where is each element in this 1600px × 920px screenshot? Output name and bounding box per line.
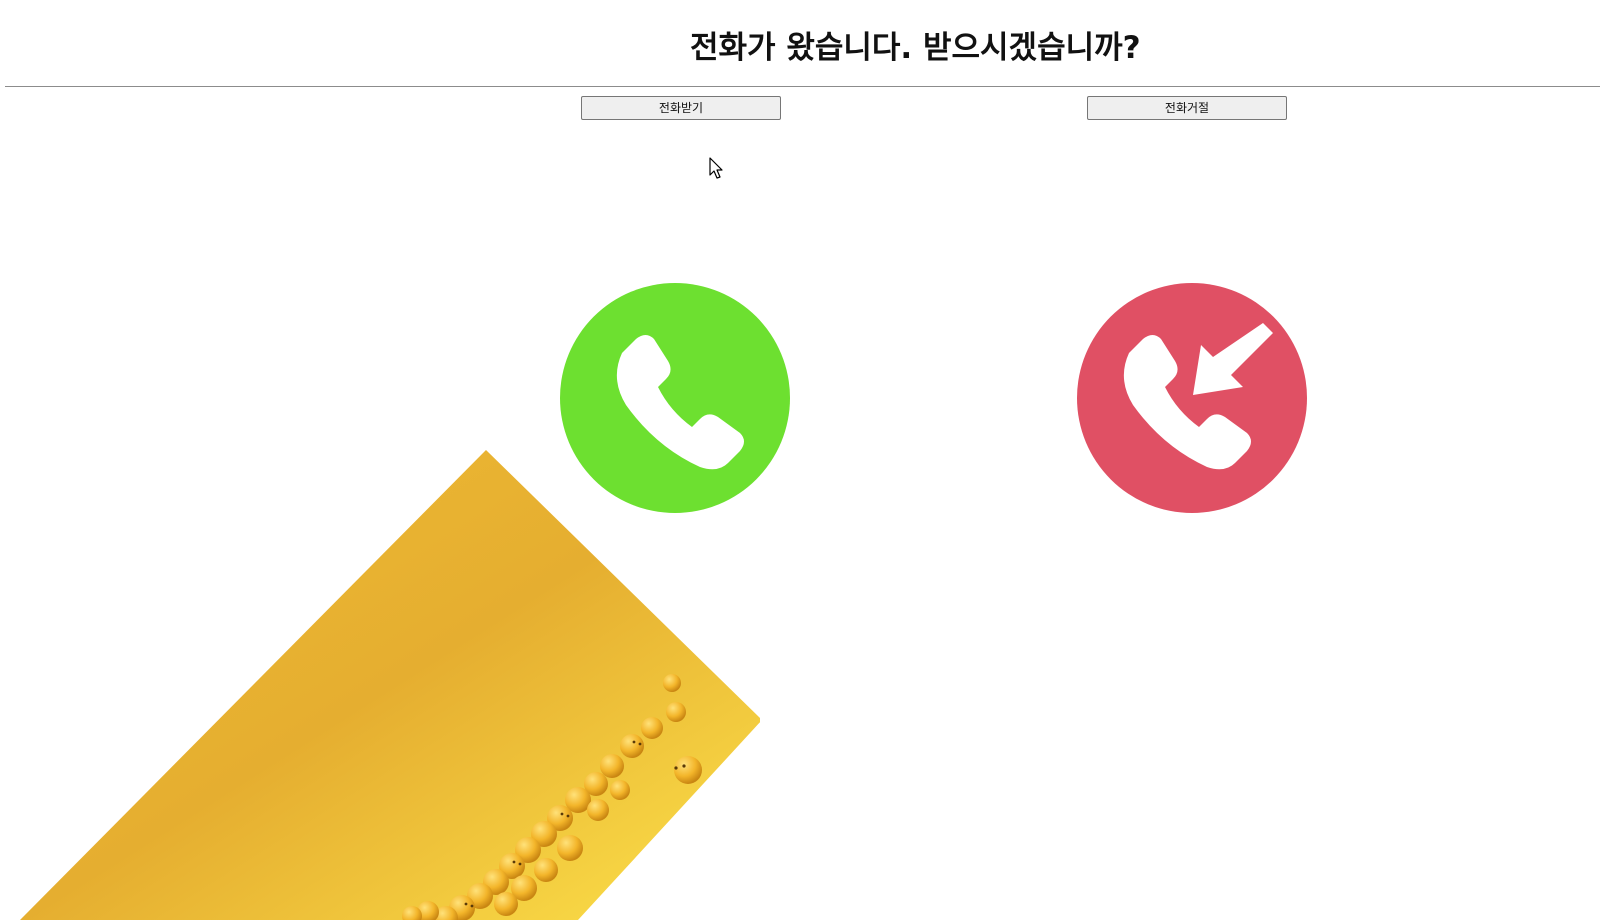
- accept-call-button[interactable]: 전화받기: [581, 96, 781, 120]
- page-title: 전화가 왔습니다. 받으시겠습니까?: [690, 30, 1141, 66]
- title-divider: [5, 86, 1600, 87]
- phone-incoming-decline-icon[interactable]: [1077, 283, 1307, 513]
- decline-call-button[interactable]: 전화거절: [1087, 96, 1287, 120]
- smiley-wallpaper-image: [0, 450, 760, 920]
- mouse-pointer-icon: [709, 157, 723, 179]
